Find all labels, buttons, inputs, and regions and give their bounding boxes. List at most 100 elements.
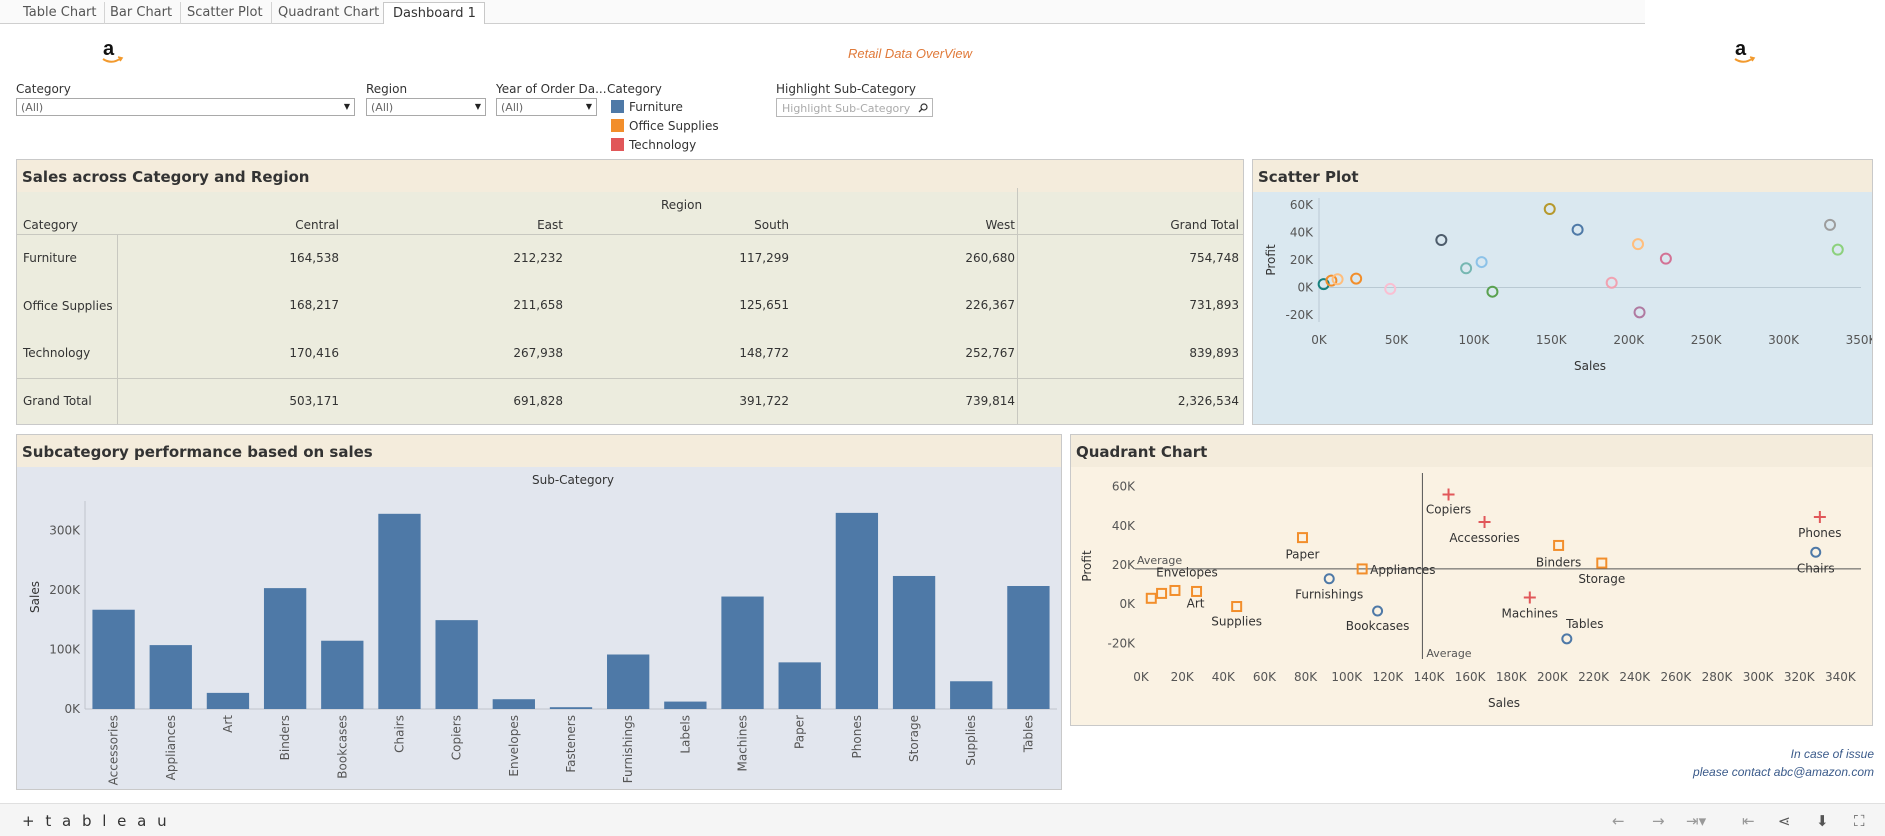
quadrant-point-square — [1156, 587, 1168, 599]
quadrant-point-plus — [1478, 515, 1491, 528]
redo-icon[interactable]: → — [1652, 812, 1665, 830]
support-note-line-2[interactable]: please contact abc@amazon.com — [1693, 765, 1874, 779]
x-tick-label: 80K — [1294, 670, 1318, 684]
quadrant-point-label: Chairs — [1797, 561, 1835, 575]
tableau-logo[interactable]: + t a b l e a u — [22, 812, 170, 830]
x-tick-label: Machines — [736, 715, 750, 771]
tab-table-chart[interactable]: Table Chart — [14, 2, 106, 24]
category-legend-title: Category — [607, 82, 662, 96]
region-header: Region — [661, 198, 703, 212]
cell-value: 691,828 — [513, 394, 563, 408]
quadrant-point-label: Tables — [1565, 617, 1603, 631]
y-tick-label: 40K — [1112, 519, 1136, 533]
x-tick-label: 20K — [1171, 670, 1195, 684]
scatter-point — [1605, 276, 1618, 289]
tab-bar-chart[interactable]: Bar Chart — [101, 2, 182, 24]
column-header-south: South — [754, 218, 789, 232]
scatter-point — [1633, 306, 1646, 319]
highlight-label: Highlight Sub-Category — [776, 82, 916, 96]
quadrant-point-label: Storage — [1578, 572, 1625, 586]
scatter-point — [1486, 285, 1499, 298]
x-tick-label: Labels — [678, 715, 692, 754]
cell-value: 168,217 — [289, 298, 339, 312]
cell-value: 212,232 — [513, 251, 563, 265]
bar — [492, 699, 535, 709]
x-tick-label: 300K — [1743, 670, 1775, 684]
cell-value: 754,748 — [1189, 251, 1239, 265]
swatch-icon — [611, 138, 624, 151]
bar — [892, 575, 936, 709]
bar — [664, 701, 707, 709]
cell-value: 164,538 — [289, 251, 339, 265]
quadrant-point-label: Envelopes — [1156, 565, 1218, 579]
bar — [950, 681, 993, 709]
revert-icon[interactable]: ⇥▾ — [1686, 812, 1706, 830]
row-label: Furniture — [23, 251, 77, 265]
year-filter-dropdown[interactable]: (All) ▼ — [496, 98, 597, 116]
quadrant-point-square — [1553, 539, 1565, 551]
x-tick-label: 50K — [1385, 333, 1409, 347]
x-tick-label: 220K — [1578, 670, 1610, 684]
quadrant-point-label: Machines — [1502, 607, 1558, 621]
share-icon[interactable]: ⋖ — [1778, 812, 1791, 830]
highlight-placeholder: Highlight Sub-Category — [782, 102, 911, 115]
x-tick-label: 180K — [1496, 670, 1528, 684]
support-note-line-1: In case of issue — [1790, 747, 1874, 761]
bar — [206, 692, 250, 709]
y-tick-label: 300K — [49, 524, 81, 538]
quadrant-point-label: Copiers — [1426, 503, 1471, 517]
cell-value: 839,893 — [1189, 346, 1239, 360]
tab-quadrant-chart[interactable]: Quadrant Chart — [269, 2, 389, 24]
category-filter-dropdown[interactable]: (All) ▼ — [16, 98, 355, 116]
download-icon[interactable]: ⬇ — [1816, 812, 1829, 830]
table-panel-title: Sales across Category and Region — [17, 160, 1243, 192]
x-tick-label: Paper — [793, 715, 807, 749]
sheet-tab-bar: Table Chart Bar Chart Scatter Plot Quadr… — [0, 0, 1645, 24]
cell-value: 125,651 — [739, 298, 789, 312]
undo-icon[interactable]: ← — [1612, 812, 1625, 830]
row-label: Grand Total — [23, 394, 92, 408]
y-tick-label: 0K — [1297, 281, 1314, 295]
cell-value: 739,814 — [965, 394, 1015, 408]
legend-item-office-supplies[interactable]: Office Supplies — [611, 119, 719, 133]
y-tick-label: 0K — [64, 702, 81, 716]
quadrant-panel-title: Quadrant Chart — [1071, 435, 1872, 467]
quadrant-point-label: Binders — [1536, 555, 1581, 569]
tab-dashboard-1[interactable]: Dashboard 1 — [383, 2, 485, 24]
go-to-start-icon[interactable]: ⇤ — [1742, 812, 1755, 830]
region-filter-dropdown[interactable]: (All) ▼ — [366, 98, 486, 116]
quadrant-point-square — [1231, 601, 1243, 613]
cell-value: 2,326,534 — [1177, 394, 1239, 408]
scatter-point — [1632, 238, 1645, 251]
y-tick-label: 20K — [1112, 558, 1136, 572]
quadrant-point-label: Phones — [1798, 526, 1841, 540]
fullscreen-icon[interactable]: ⛶ — [1854, 812, 1865, 830]
x-tick-label: 100K — [1331, 670, 1363, 684]
bar — [835, 512, 879, 709]
x-tick-label: Bookcases — [335, 715, 349, 779]
quadrant-point-square — [1169, 584, 1181, 596]
cell-value: 226,367 — [965, 298, 1015, 312]
x-tick-label: Chairs — [392, 715, 406, 753]
x-tick-label: Art — [221, 715, 235, 733]
quadrant-point-label: Art — [1187, 596, 1205, 610]
quadrant-point-circle — [1323, 573, 1335, 585]
y-tick-label: 60K — [1112, 480, 1136, 494]
cell-value: 503,171 — [289, 394, 339, 408]
legend-item-technology[interactable]: Technology — [611, 138, 696, 152]
scatter-point — [1350, 272, 1363, 285]
highlight-search-input[interactable]: Highlight Sub-Category — [776, 98, 933, 117]
quadrant-point-label: Paper — [1285, 548, 1319, 562]
quadrant-point-label: Appliances — [1370, 563, 1435, 577]
tab-scatter-plot[interactable]: Scatter Plot — [178, 2, 272, 24]
x-tick-label: 240K — [1619, 670, 1651, 684]
scatter-point — [1659, 252, 1672, 265]
cell-value: 252,767 — [965, 346, 1015, 360]
bar — [778, 662, 821, 709]
scatter-point — [1831, 243, 1844, 256]
category-legend: Furniture Office Supplies Technology — [607, 99, 727, 152]
x-tick-label: Fasteners — [564, 715, 578, 773]
legend-item-furniture[interactable]: Furniture — [611, 100, 683, 114]
cell-value: 148,772 — [739, 346, 789, 360]
quadrant-point-square — [1296, 532, 1308, 544]
